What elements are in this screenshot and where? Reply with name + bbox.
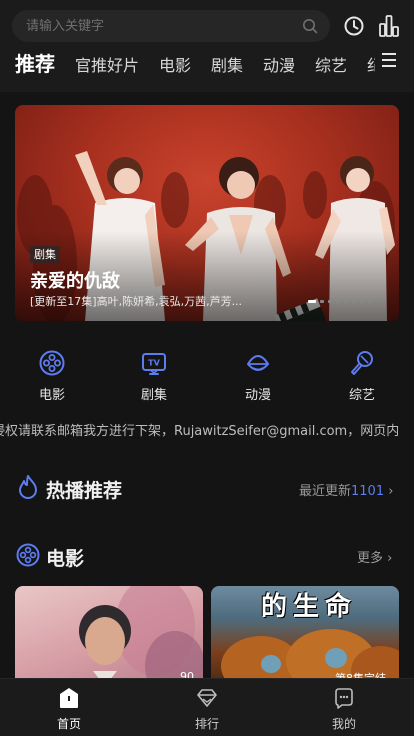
tv-icon: TV (142, 353, 166, 375)
search-input[interactable] (26, 10, 296, 42)
chevron-right-icon: › (388, 484, 394, 499)
tab-series[interactable]: 剧集 (211, 52, 243, 76)
movies-more-link[interactable]: 更多 › (357, 547, 392, 566)
shortcut-series[interactable]: TV 剧集 (119, 350, 189, 404)
nav-home-label: 首页 (56, 717, 81, 731)
ranking-chart-icon[interactable] (379, 15, 399, 37)
film-reel-icon (16, 543, 40, 567)
notice-marquee: 侵权请联系邮箱我方进行下架，RujawitzSeifer@gmail.com，网… (0, 420, 414, 438)
anime-icon (246, 355, 270, 371)
movie-card-overlay-title: 的生命 (261, 592, 358, 622)
tab-movies[interactable]: 电影 (159, 52, 191, 76)
hot-section-title: 热播推荐 (46, 480, 123, 502)
nav-ranking-label: 排行 (194, 717, 219, 731)
featured-banner[interactable]: 剧集 亲爱的仇敌 [更新至17集]高叶,陈妍希,袁弘,万茜,芦芳... (15, 105, 399, 321)
banner-pagination[interactable] (308, 300, 388, 304)
pagination-dot[interactable] (368, 300, 372, 303)
search-icon[interactable] (302, 18, 318, 34)
menu-icon[interactable] (380, 50, 398, 70)
tab-official-picks[interactable]: 官推好片 (75, 52, 139, 76)
shortcut-movies[interactable]: 电影 (17, 350, 87, 404)
banner-subtitle: [更新至17集]高叶,陈妍希,袁弘,万茜,芦芳... (30, 295, 243, 308)
category-shortcuts: 电影 TV 剧集 动漫 综艺 (0, 350, 414, 404)
bottom-navigation: 首页 排行 我的 (0, 678, 414, 736)
pagination-dot-active[interactable] (308, 300, 316, 303)
movies-more-label: 更多 (357, 551, 384, 566)
shortcut-movies-label: 电影 (38, 388, 65, 403)
home-icon (60, 688, 78, 708)
chevron-right-icon: › (387, 551, 393, 566)
flame-icon (19, 475, 37, 499)
nav-home[interactable]: 首页 (29, 679, 109, 736)
pagination-dot[interactable] (328, 300, 332, 303)
diamond-icon (197, 689, 217, 707)
nav-ranking[interactable]: 排行 (167, 679, 247, 736)
movies-section-title: 电影 (46, 548, 85, 570)
pagination-dot[interactable] (344, 300, 348, 303)
search-bar[interactable] (12, 10, 330, 42)
tab-documentary[interactable]: 纪 (367, 52, 375, 76)
recent-updates-label: 最近更新 (299, 484, 352, 499)
nav-profile[interactable]: 我的 (304, 679, 384, 736)
category-tabs: 推荐 官推好片 电影 剧集 动漫 综艺 纪 (0, 48, 414, 78)
shortcut-anime[interactable]: 动漫 (223, 350, 293, 404)
recent-updates-count: 1101 (351, 484, 385, 499)
microphone-icon (351, 351, 373, 375)
shortcut-variety[interactable]: 综艺 (327, 350, 397, 404)
user-face-icon (335, 688, 353, 709)
tab-anime[interactable]: 动漫 (263, 52, 295, 76)
top-header: 推荐 官推好片 电影 剧集 动漫 综艺 纪 (0, 0, 414, 92)
pagination-dot[interactable] (320, 300, 324, 303)
notice-text: 侵权请联系邮箱我方进行下架，RujawitzSeifer@gmail.com，网… (0, 424, 400, 438)
tab-recommend[interactable]: 推荐 (15, 48, 55, 77)
pagination-dot[interactable] (360, 300, 364, 303)
shortcut-series-label: 剧集 (140, 388, 167, 403)
recent-updates-link[interactable]: 最近更新1101 › (299, 480, 393, 499)
banner-title: 亲爱的仇敌 (30, 271, 120, 292)
shortcut-anime-label: 动漫 (244, 388, 271, 403)
tab-variety[interactable]: 综艺 (315, 52, 347, 76)
film-reel-icon (39, 350, 65, 376)
history-clock-icon[interactable] (344, 16, 364, 36)
banner-type-badge: 剧集 (30, 246, 60, 263)
nav-profile-label: 我的 (331, 717, 356, 731)
pagination-dot[interactable] (352, 300, 356, 303)
pagination-dot[interactable] (336, 300, 340, 303)
shortcut-variety-label: 综艺 (348, 388, 375, 403)
svg-text:TV: TV (148, 359, 160, 368)
